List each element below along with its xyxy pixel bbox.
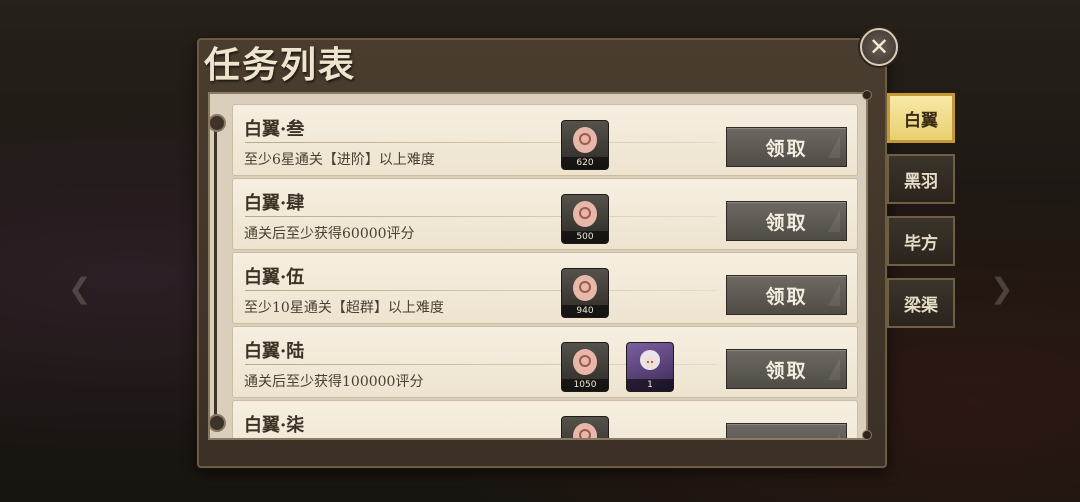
tab-liangqu[interactable]: 梁渠 (887, 278, 955, 328)
frame-rivet (862, 90, 872, 100)
material-icon (573, 127, 597, 153)
task-description: 至少6星通关【进阶】以上难度 (244, 152, 435, 168)
task-row: 白翼·伍 至少10星通关【超群】以上难度 940 领取 (232, 252, 858, 324)
claim-button[interactable]: 领取 (726, 349, 847, 389)
material-icon (573, 349, 597, 375)
claim-button[interactable]: 领取 (726, 127, 847, 167)
task-title: 白翼·伍 (244, 267, 305, 288)
material-icon (573, 423, 597, 438)
claim-button[interactable]: 领取 (726, 275, 847, 315)
divider (245, 142, 717, 143)
left-arrow-icon: ❮ (68, 272, 92, 305)
claim-button[interactable]: 领取 (726, 201, 847, 241)
reward-count: 940 (562, 305, 608, 317)
scroll-rail-top-knob (208, 114, 226, 132)
material-icon (573, 275, 597, 301)
right-arrow-icon: ❯ (990, 272, 1014, 305)
task-title: 白翼·叁 (244, 119, 305, 140)
scroll-rail-bottom-knob (208, 414, 226, 432)
close-icon: ✕ (868, 33, 890, 61)
task-row: 白翼·叁 至少6星通关【进阶】以上难度 620 领取 (232, 104, 858, 176)
task-title: 白翼·柒 (244, 415, 305, 436)
task-description: 通关后至少获得60000评分 (244, 226, 415, 242)
task-list[interactable]: 白翼·叁 至少6星通关【进阶】以上难度 620 领取 白翼·肆 通关后至少获得6… (232, 104, 858, 438)
task-description: 至少10星通关【超群】以上难度 (244, 300, 444, 316)
frame-rivet (862, 430, 872, 440)
close-button[interactable]: ✕ (860, 28, 898, 66)
material-icon (573, 201, 597, 227)
claim-button[interactable] (726, 423, 847, 438)
reward-count: 1050 (562, 379, 608, 391)
task-title: 白翼·肆 (244, 193, 305, 214)
task-title: 白翼·陆 (244, 341, 305, 362)
scroll-rail[interactable] (214, 116, 217, 428)
reward-item[interactable]: 620 (561, 120, 609, 170)
reward-count: 500 (562, 231, 608, 243)
tab-bifang[interactable]: 毕方 (887, 216, 955, 266)
reward-count: 1 (627, 379, 673, 391)
reward-item[interactable]: 940 (561, 268, 609, 318)
tab-baiyi[interactable]: 白翼 (887, 93, 955, 143)
character-portrait-icon (640, 350, 660, 370)
task-row: 白翼·肆 通关后至少获得60000评分 500 领取 (232, 178, 858, 250)
divider (245, 290, 717, 291)
reward-item[interactable]: 1050 (561, 342, 609, 392)
reward-item[interactable] (561, 416, 609, 438)
task-description: 通关后至少获得100000评分 (244, 374, 424, 390)
task-row: 白翼·陆 通关后至少获得100000评分 1050 1 领取 (232, 326, 858, 398)
dialog-title: 任务列表 (204, 44, 357, 86)
reward-item[interactable]: 500 (561, 194, 609, 244)
task-row: 白翼·柒 (232, 400, 858, 438)
reward-item[interactable]: 1 (626, 342, 674, 392)
divider (245, 216, 717, 217)
reward-count: 620 (562, 157, 608, 169)
tab-heiyu[interactable]: 黑羽 (887, 154, 955, 204)
